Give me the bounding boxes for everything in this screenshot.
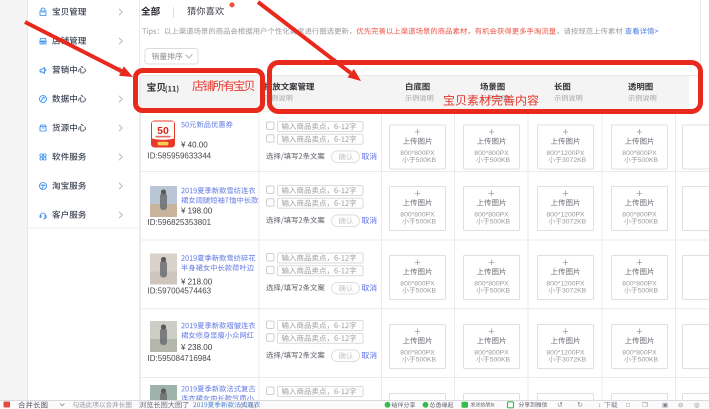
svg-text:+: + <box>562 126 568 138</box>
svg-text:500KB: 500KB <box>638 157 659 164</box>
svg-text:+: + <box>636 326 642 338</box>
svg-text:3072KB: 3072KB <box>562 288 587 295</box>
svg-text:800*800PX: 800*800PX <box>474 349 509 356</box>
svg-text:+: + <box>488 126 494 138</box>
svg-text:¥ 238.00: ¥ 238.00 <box>180 343 213 352</box>
svg-text:+: + <box>636 188 642 200</box>
svg-text:¥ 40.00: ¥ 40.00 <box>180 140 208 149</box>
svg-text:↻: ↻ <box>577 402 583 409</box>
svg-text:⊝: ⊝ <box>678 402 684 409</box>
svg-text:ID:597004574463: ID:597004574463 <box>148 286 212 295</box>
svg-text:800*800PX: 800*800PX <box>400 349 435 356</box>
svg-text:+: + <box>488 326 494 338</box>
svg-text:+: + <box>562 188 568 200</box>
svg-text:800*1200PX: 800*1200PX <box>546 280 585 287</box>
svg-text:+: + <box>414 126 420 138</box>
svg-text:800*800PX: 800*800PX <box>622 280 657 287</box>
svg-text:¥ 218.00: ¥ 218.00 <box>180 277 213 286</box>
svg-text:800*800PX: 800*800PX <box>622 150 657 157</box>
svg-text:+: + <box>562 257 568 269</box>
svg-text:800*1200PX: 800*1200PX <box>546 211 585 218</box>
svg-text:❐: ❐ <box>642 401 648 409</box>
svg-text:500KB: 500KB <box>416 357 437 364</box>
svg-text:500KB: 500KB <box>490 157 511 164</box>
svg-text:500KB: 500KB <box>490 357 511 364</box>
svg-text:(1/11): (1/11) <box>240 402 256 409</box>
svg-text:+: + <box>636 126 642 138</box>
svg-text:↺: ↺ <box>557 402 563 409</box>
svg-text:ID:596825353801: ID:596825353801 <box>148 218 212 227</box>
svg-text:800*800PX: 800*800PX <box>400 211 435 218</box>
svg-text:+: + <box>488 188 494 200</box>
svg-text:800*800PX: 800*800PX <box>400 280 435 287</box>
svg-text:ID:585959633344: ID:585959633344 <box>148 151 212 160</box>
svg-text:ID:595084716984: ID:595084716984 <box>148 354 212 363</box>
svg-text:+: + <box>414 257 420 269</box>
svg-text:500KB: 500KB <box>416 288 437 295</box>
svg-text:800*800PX: 800*800PX <box>400 150 435 157</box>
svg-text:800*800PX: 800*800PX <box>474 280 509 287</box>
svg-text:800*800PX: 800*800PX <box>474 150 509 157</box>
svg-text:50: 50 <box>157 125 169 137</box>
svg-text:500KB: 500KB <box>638 219 659 226</box>
svg-text:▣: ▣ <box>662 402 668 409</box>
svg-text:¥ 198.00: ¥ 198.00 <box>180 206 213 215</box>
svg-text:800*800PX: 800*800PX <box>622 211 657 218</box>
svg-text:500KB: 500KB <box>416 219 437 226</box>
svg-text:+: + <box>488 257 494 269</box>
svg-text:500KB: 500KB <box>490 288 511 295</box>
svg-text:↓: ↓ <box>598 402 601 409</box>
svg-text:+: + <box>562 326 568 338</box>
svg-text:500KB: 500KB <box>638 288 659 295</box>
svg-text:800*1200PX: 800*1200PX <box>546 349 585 356</box>
svg-text:500KB: 500KB <box>416 157 437 164</box>
svg-text:3072KB: 3072KB <box>562 157 587 164</box>
svg-text:3072KB: 3072KB <box>562 357 587 364</box>
svg-text:□: □ <box>626 402 630 409</box>
svg-text:500KB: 500KB <box>638 357 659 364</box>
svg-text:800*800PX: 800*800PX <box>622 349 657 356</box>
svg-text:800*1200PX: 800*1200PX <box>546 150 585 157</box>
svg-text:+: + <box>414 326 420 338</box>
svg-text:3072KB: 3072KB <box>562 219 587 226</box>
svg-text:◎: ◎ <box>694 402 700 409</box>
svg-text:+: + <box>636 257 642 269</box>
svg-text:800*800PX: 800*800PX <box>474 211 509 218</box>
svg-text:500KB: 500KB <box>490 219 511 226</box>
svg-text:+: + <box>414 188 420 200</box>
